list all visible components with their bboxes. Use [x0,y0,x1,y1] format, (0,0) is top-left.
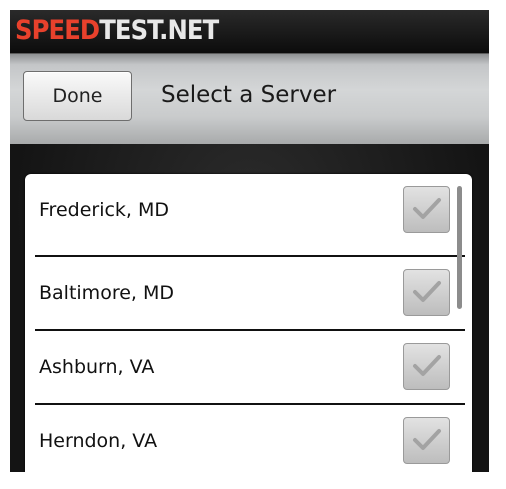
server-label: Ashburn, VA [39,356,155,378]
logo-testnet-text: TEST.NET [99,15,219,46]
app-screen: SPEEDTEST.NET Done Select a Server Frede… [10,10,489,472]
app-header: SPEEDTEST.NET [10,10,489,53]
speedtest-logo: SPEEDTEST.NET [15,15,219,47]
server-item-frederick[interactable]: Frederick, MD [25,174,472,247]
server-checkbox[interactable] [403,417,450,464]
page-title: Select a Server [161,82,337,108]
server-list[interactable]: Frederick, MD Baltimore, MD Ashburn, VA [25,174,472,472]
server-item-herndon[interactable]: Herndon, VA [25,405,472,472]
server-label: Frederick, MD [39,199,170,221]
server-item-ashburn[interactable]: Ashburn, VA [25,331,472,404]
logo-speed-text: SPEED [15,15,100,46]
server-checkbox[interactable] [403,186,450,233]
server-label: Baltimore, MD [39,282,175,304]
server-checkbox[interactable] [403,269,450,316]
checkmark-icon [413,429,441,450]
server-label: Herndon, VA [39,430,158,452]
title-bar: Done Select a Server [10,53,489,144]
server-checkbox[interactable] [403,343,450,390]
checkmark-icon [413,198,441,219]
done-button[interactable]: Done [23,71,132,121]
checkmark-icon [413,281,441,302]
scrollbar[interactable] [457,186,462,309]
server-item-baltimore[interactable]: Baltimore, MD [25,257,472,330]
checkmark-icon [413,355,441,376]
